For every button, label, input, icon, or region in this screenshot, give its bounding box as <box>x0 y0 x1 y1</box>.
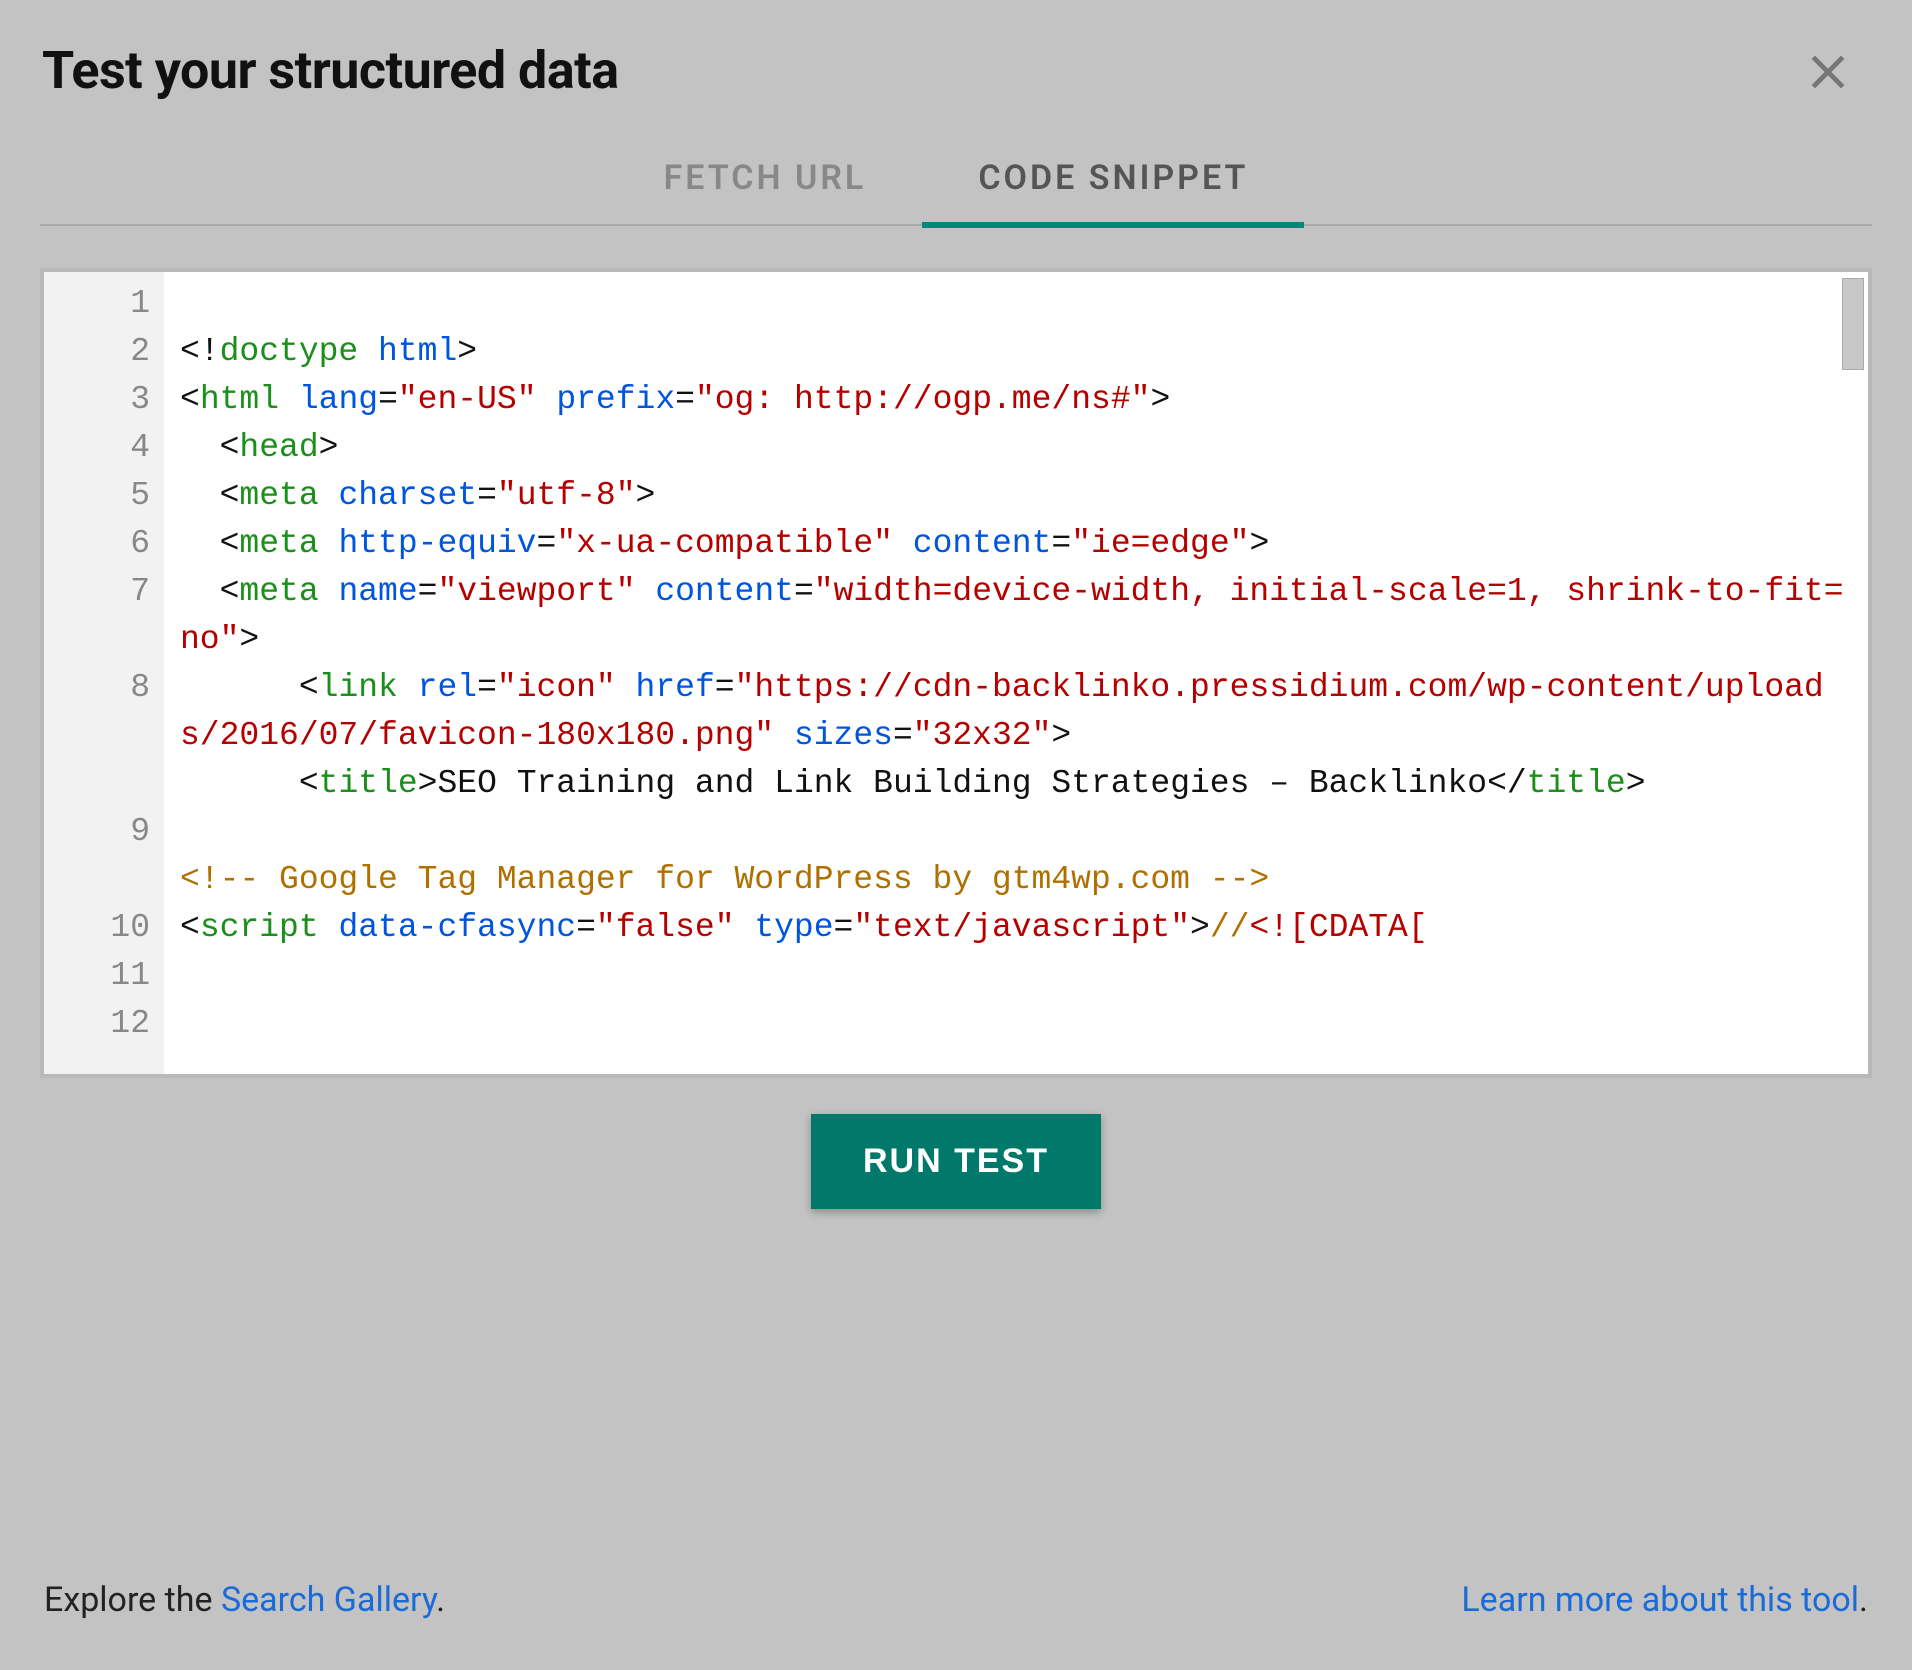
gutter-line-number: 7 <box>74 568 150 616</box>
gutter-line-number: 2 <box>74 328 150 376</box>
gutter-line-number: 9 <box>74 808 150 856</box>
code-line[interactable]: <!-- Google Tag Manager for WordPress by… <box>180 856 1858 904</box>
gutter-line-number: 3 <box>74 376 150 424</box>
gutter-line-number: 8 <box>74 664 150 712</box>
tab-fetch-url[interactable]: FETCH URL <box>608 140 923 228</box>
code-line[interactable] <box>180 280 1858 328</box>
code-line[interactable]: <!doctype html> <box>180 328 1858 376</box>
gutter-line-number: 10 <box>74 904 150 952</box>
dialog-title: Test your structured data <box>42 40 619 101</box>
footer-explore-suffix: . <box>436 1580 445 1620</box>
code-line[interactable]: <html lang="en-US" prefix="og: http://og… <box>180 376 1858 424</box>
footer-learn: Learn more about this tool. <box>1461 1580 1868 1620</box>
run-test-button[interactable]: RUN TEST <box>811 1114 1101 1209</box>
gutter-line-number: 4 <box>74 424 150 472</box>
search-gallery-link[interactable]: Search Gallery <box>221 1580 436 1620</box>
code-editor[interactable]: 1234567 8 9 101112 <!doctype html><html … <box>40 268 1872 1078</box>
tabs: FETCH URL CODE SNIPPET <box>40 140 1872 226</box>
footer-explore-prefix: Explore the <box>44 1580 221 1620</box>
footer-explore: Explore the Search Gallery. <box>44 1580 445 1620</box>
footer: Explore the Search Gallery. Learn more a… <box>44 1580 1868 1620</box>
gutter-line-number: 5 <box>74 472 150 520</box>
editor-scrollbar-thumb[interactable] <box>1842 278 1864 370</box>
footer-learn-suffix: . <box>1859 1580 1868 1620</box>
editor-code-area[interactable]: <!doctype html><html lang="en-US" prefix… <box>164 272 1868 1074</box>
editor-gutter: 1234567 8 9 101112 <box>44 272 164 1074</box>
gutter-line-number: 11 <box>74 952 150 1000</box>
code-line[interactable]: <title>SEO Training and Link Building St… <box>180 760 1858 808</box>
gutter-line-number: 6 <box>74 520 150 568</box>
code-line[interactable] <box>180 808 1858 856</box>
code-line[interactable]: <meta name="viewport" content="width=dev… <box>180 568 1858 664</box>
gutter-line-number: 12 <box>74 1000 150 1048</box>
close-button[interactable] <box>1806 50 1850 102</box>
dialog-header: Test your structured data <box>40 30 1872 140</box>
learn-more-link[interactable]: Learn more about this tool <box>1461 1580 1859 1620</box>
code-line[interactable]: <meta http-equiv="x-ua-compatible" conte… <box>180 520 1858 568</box>
code-line[interactable]: <link rel="icon" href="https://cdn-backl… <box>180 664 1858 760</box>
run-row: RUN TEST <box>40 1114 1872 1209</box>
structured-data-dialog: Test your structured data FETCH URL CODE… <box>40 30 1872 1480</box>
code-line[interactable]: <meta charset="utf-8"> <box>180 472 1858 520</box>
code-line[interactable]: <script data-cfasync="false" type="text/… <box>180 904 1858 952</box>
tab-code-snippet[interactable]: CODE SNIPPET <box>922 140 1304 228</box>
gutter-line-number: 1 <box>74 280 150 328</box>
code-line[interactable]: <head> <box>180 424 1858 472</box>
close-icon <box>1806 50 1850 94</box>
